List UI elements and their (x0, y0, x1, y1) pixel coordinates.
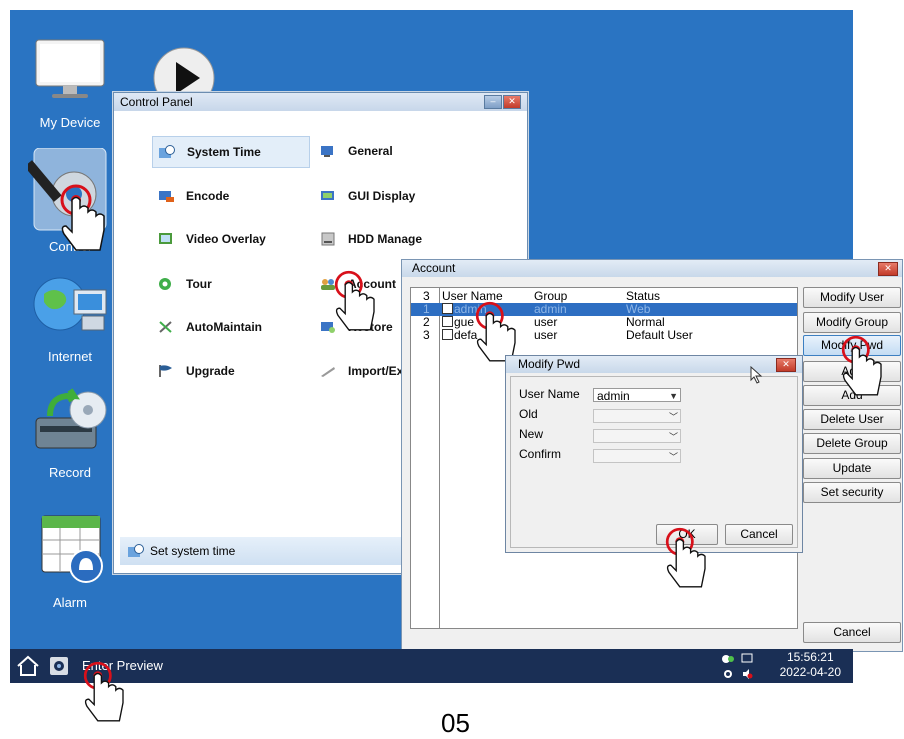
modify-user-button[interactable]: Modify User (803, 287, 901, 308)
user-name-label: User Name (519, 387, 580, 401)
cp-item-label: Video Overlay (186, 232, 266, 246)
cp-item-automaintain[interactable]: AutoMaintain (152, 312, 268, 342)
tap-hand-icon (836, 330, 890, 407)
window-title: Account (412, 261, 456, 275)
window-title-bar: Control Panel – ✕ (114, 93, 527, 111)
modify-pwd-dialog: Modify Pwd ✕ User Name admin ▼ Old ﹀ New… (505, 355, 803, 588)
desktop-icon-alarm[interactable]: Alarm (22, 510, 118, 610)
old-label: Old (519, 407, 538, 421)
tap-hand-icon (660, 522, 714, 599)
row-checkbox[interactable] (442, 303, 453, 314)
record-status-icon (724, 670, 732, 678)
globe-icon (22, 272, 118, 345)
close-button[interactable]: ✕ (776, 358, 796, 372)
hdd-status-icon (741, 653, 753, 663)
cp-item-encode[interactable]: Encode (152, 181, 235, 211)
cp-item-tour[interactable]: Tour (152, 269, 218, 299)
cp-item-label: Upgrade (186, 364, 235, 378)
cancel-button[interactable]: Cancel (803, 622, 901, 643)
cp-item-general[interactable]: General (314, 136, 399, 166)
alarm-status-icon (743, 669, 753, 679)
cp-item-label: HDD Manage (348, 232, 423, 246)
chevron-down-icon: ﹀ (668, 412, 678, 422)
row-checkbox[interactable] (442, 316, 453, 327)
new-label: New (519, 427, 544, 441)
cp-item-label: AutoMaintain (186, 320, 262, 334)
close-button[interactable]: ✕ (503, 95, 521, 109)
home-icon[interactable] (16, 654, 40, 678)
user-name-select[interactable]: admin ▼ (593, 388, 681, 403)
cp-item-label: Tour (186, 277, 212, 291)
cp-item-upgrade[interactable]: Upgrade (152, 356, 241, 386)
flag-icon (159, 365, 172, 377)
old-password-field[interactable]: ﹀ (593, 409, 681, 423)
desktop-icon-label: Record (49, 465, 91, 480)
overlay-icon (159, 233, 172, 244)
network-icon (722, 655, 734, 663)
taskbar: Enter Preview 15:56:21 2022-04-20 (10, 649, 853, 683)
tour-icon (159, 278, 171, 290)
clock: 15:56:21 2022-04-20 (780, 650, 841, 680)
update-button[interactable]: Update (803, 458, 901, 479)
desktop-icon-my-device[interactable]: My Device (22, 38, 118, 130)
window-title: Control Panel (120, 95, 193, 109)
cp-item-gui-display[interactable]: GUI Display (314, 181, 421, 211)
calendar-bell-icon (22, 510, 118, 591)
row-status: Default User (626, 328, 693, 342)
tap-hand-icon (78, 655, 132, 734)
desktop-icon-record[interactable]: Record (22, 388, 118, 480)
clock-time: 15:56:21 (786, 650, 834, 664)
cp-item-label: System Time (187, 145, 261, 159)
desktop-icon-internet[interactable]: Internet (22, 272, 118, 364)
chevron-down-icon: ﹀ (668, 432, 678, 442)
cancel-button[interactable]: Cancel (725, 524, 793, 545)
page-number: 05 (441, 708, 470, 738)
dialog-title: Modify Pwd (518, 357, 581, 371)
row-group: user (534, 328, 558, 342)
desktop-icon-label: My Device (39, 115, 101, 130)
monitor-icon (22, 38, 118, 111)
delete-user-button[interactable]: Delete User (803, 409, 901, 430)
import-icon (321, 367, 335, 377)
tap-hand-icon (54, 178, 114, 263)
window-title-bar: Account ✕ (402, 260, 902, 277)
new-password-field[interactable]: ﹀ (593, 429, 681, 443)
cp-item-label: General (348, 144, 393, 158)
cp-item-label: Import/Ex (348, 364, 404, 378)
minimize-button[interactable]: – (484, 95, 502, 109)
hdd-icon (321, 232, 335, 246)
chevron-down-icon: ▼ (669, 391, 678, 401)
display-icon (321, 191, 334, 200)
preview-icon[interactable] (50, 657, 68, 675)
confirm-password-field[interactable]: ﹀ (593, 449, 681, 463)
dialog-body: User Name admin ▼ Old ﹀ New ﹀ Confirm ﹀ … (510, 376, 798, 548)
chevron-down-icon: ﹀ (668, 452, 678, 462)
cp-item-system-time[interactable]: System Time (152, 136, 310, 168)
row-checkbox[interactable] (442, 329, 453, 340)
confirm-label: Confirm (519, 447, 562, 461)
set-security-button[interactable]: Set security (803, 482, 901, 503)
delete-group-button[interactable]: Delete Group (803, 433, 901, 454)
clock-icon (159, 145, 175, 158)
encode-icon (159, 191, 174, 202)
cp-item-video-overlay[interactable]: Video Overlay (152, 224, 272, 254)
tools-icon (159, 321, 172, 333)
clock-icon (128, 544, 144, 557)
status-text: Set system time (150, 544, 236, 558)
record-disk-icon (22, 388, 118, 461)
row-num: 3 (423, 328, 430, 342)
cp-item-label: GUI Display (348, 189, 416, 203)
cp-item-label: Encode (186, 189, 230, 203)
cursor-arrow-icon (750, 366, 763, 384)
desktop-icon-label: Alarm (53, 595, 87, 610)
table-row[interactable]: 3 defa user Default User (411, 329, 797, 342)
general-icon (321, 146, 333, 157)
tap-hand-icon (329, 265, 383, 342)
user-name-value: admin (597, 389, 630, 403)
cp-item-import-export[interactable]: Import/Ex (314, 356, 409, 386)
close-button[interactable]: ✕ (878, 262, 898, 276)
clock-date: 2022-04-20 (779, 665, 841, 679)
desktop-icon-label: Internet (47, 349, 93, 364)
cp-item-hdd-manage[interactable]: HDD Manage (314, 224, 428, 254)
